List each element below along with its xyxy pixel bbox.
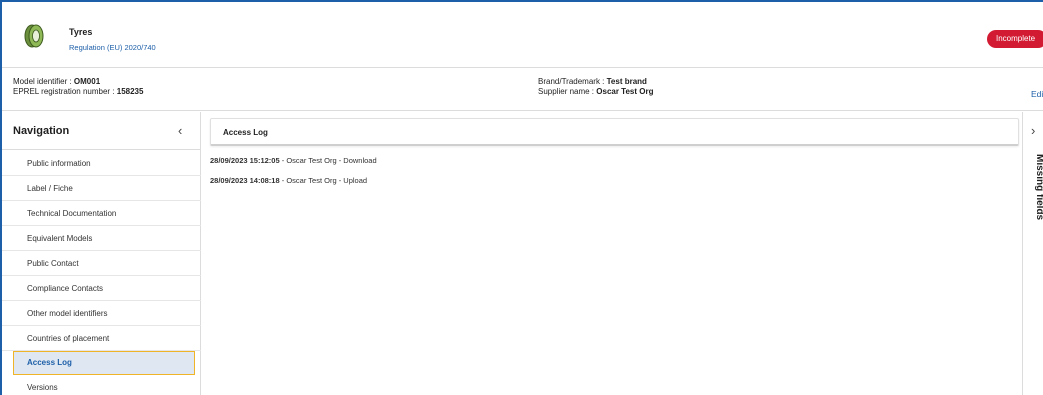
model-info-right: Brand/Trademark : Test brand Supplier na… bbox=[538, 77, 653, 97]
brand-value: Test brand bbox=[606, 77, 647, 86]
supplier-name: Supplier name : Oscar Test Org bbox=[538, 87, 653, 97]
model-identifier: Model identifier : OM001 bbox=[13, 77, 143, 87]
brand-label: Brand/Trademark : bbox=[538, 77, 607, 86]
model-info-left: Model identifier : OM001 EPREL registrat… bbox=[13, 77, 143, 97]
sidebar-item-access-log[interactable]: Access Log bbox=[13, 351, 195, 375]
model-info-bar: Model identifier : OM001 EPREL registrat… bbox=[2, 69, 1043, 111]
access-log-panel: Access Log 28/09/2023 15:12:05 - Oscar T… bbox=[202, 112, 1022, 395]
access-log-header: Access Log bbox=[210, 118, 1019, 146]
status-badge: Incomplete bbox=[987, 30, 1043, 48]
brand-trademark: Brand/Trademark : Test brand bbox=[538, 77, 653, 87]
model-identifier-label: Model identifier : bbox=[13, 77, 74, 86]
product-header: Tyres Regulation (EU) 2020/740 Incomplet… bbox=[2, 2, 1043, 68]
eprel-number: EPREL registration number : 158235 bbox=[13, 87, 143, 97]
supplier-label: Supplier name : bbox=[538, 87, 597, 96]
regulation-link[interactable]: Regulation (EU) 2020/740 bbox=[69, 43, 156, 52]
eprel-number-label: EPREL registration number : bbox=[13, 87, 117, 96]
chevron-left-icon[interactable]: ‹ bbox=[178, 123, 182, 138]
sidebar-item-equivalent-models[interactable]: Equivalent Models bbox=[2, 226, 201, 251]
model-identifier-value: OM001 bbox=[73, 77, 101, 86]
log-detail: - Oscar Test Org - Download bbox=[279, 156, 377, 165]
chevron-right-icon[interactable]: › bbox=[1031, 123, 1035, 138]
tyre-icon bbox=[24, 24, 44, 48]
log-timestamp: 28/09/2023 15:12:05 bbox=[210, 156, 280, 165]
missing-fields-rail: › Missing fields bbox=[1022, 112, 1043, 395]
sidebar-item-countries-of-placement[interactable]: Countries of placement bbox=[2, 326, 201, 351]
product-title: Tyres bbox=[69, 27, 93, 37]
access-log-list: 28/09/2023 15:12:05 - Oscar Test Org - D… bbox=[210, 156, 377, 196]
navigation-sidebar: Navigation ‹ Public information Label / … bbox=[2, 112, 201, 395]
navigation-header: Navigation ‹ bbox=[2, 112, 201, 150]
navigation-list: Public information Label / Fiche Technic… bbox=[2, 151, 201, 395]
eprel-number-value: 158235 bbox=[116, 87, 144, 96]
log-entry: 28/09/2023 15:12:05 - Oscar Test Org - D… bbox=[210, 156, 377, 176]
sidebar-item-compliance-contacts[interactable]: Compliance Contacts bbox=[2, 276, 201, 301]
supplier-value: Oscar Test Org bbox=[596, 87, 654, 96]
sidebar-item-other-model-identifiers[interactable]: Other model identifiers bbox=[2, 301, 201, 326]
log-entry: 28/09/2023 14:08:18 - Oscar Test Org - U… bbox=[210, 176, 377, 196]
sidebar-item-public-information[interactable]: Public information bbox=[2, 151, 201, 176]
log-timestamp: 28/09/2023 14:08:18 bbox=[210, 176, 280, 185]
sidebar-item-public-contact[interactable]: Public Contact bbox=[2, 251, 201, 276]
navigation-title: Navigation bbox=[13, 125, 70, 137]
access-log-title: Access Log bbox=[223, 128, 268, 137]
edit-link[interactable]: Edi bbox=[1031, 89, 1043, 99]
sidebar-item-label-fiche[interactable]: Label / Fiche bbox=[2, 176, 201, 201]
missing-fields-label[interactable]: Missing fields bbox=[1034, 154, 1043, 220]
sidebar-item-technical-documentation[interactable]: Technical Documentation bbox=[2, 201, 201, 226]
sidebar-item-versions[interactable]: Versions bbox=[2, 375, 201, 395]
log-detail: - Oscar Test Org - Upload bbox=[279, 176, 368, 185]
